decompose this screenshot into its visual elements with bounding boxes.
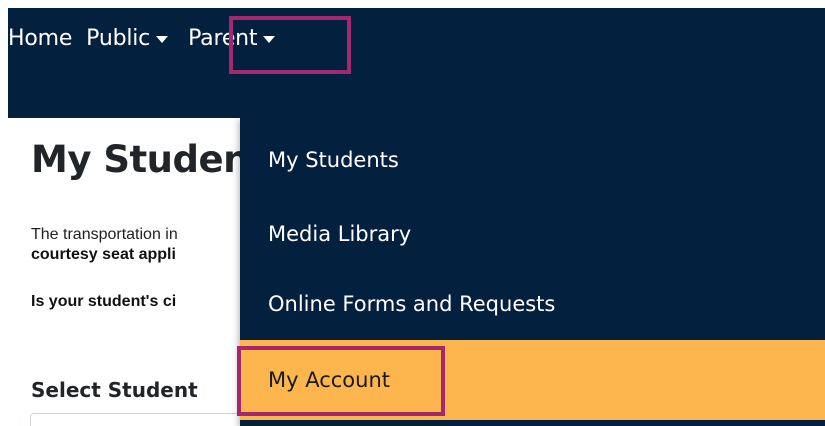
nav-public-label: Public — [86, 25, 151, 51]
highlight-box-my-account — [237, 346, 445, 416]
menu-item-online-forms[interactable]: Online Forms and Requests — [240, 268, 825, 340]
student-question-text: Is your student's ci — [31, 293, 177, 310]
menu-item-label: My Students — [268, 148, 399, 172]
menu-item-label: Media Library — [268, 222, 412, 246]
caret-down-icon — [156, 35, 169, 43]
nav-public-dropdown[interactable]: Public — [86, 25, 169, 51]
select-student-dropdown[interactable] — [30, 413, 245, 426]
menu-item-my-students[interactable]: My Students — [240, 124, 825, 196]
transportation-info-text: The transportation in — [31, 226, 178, 243]
highlight-box-parent — [229, 16, 351, 74]
nav-home-label: Home — [8, 25, 73, 51]
menu-item-media-library[interactable]: Media Library — [240, 198, 825, 270]
page-title: My Studen — [31, 138, 249, 181]
nav-home[interactable]: Home — [8, 26, 72, 51]
courtesy-seat-text: courtesy seat appli — [31, 246, 176, 263]
select-student-label: Select Student — [31, 378, 198, 402]
menu-item-label: Online Forms and Requests — [268, 292, 556, 316]
